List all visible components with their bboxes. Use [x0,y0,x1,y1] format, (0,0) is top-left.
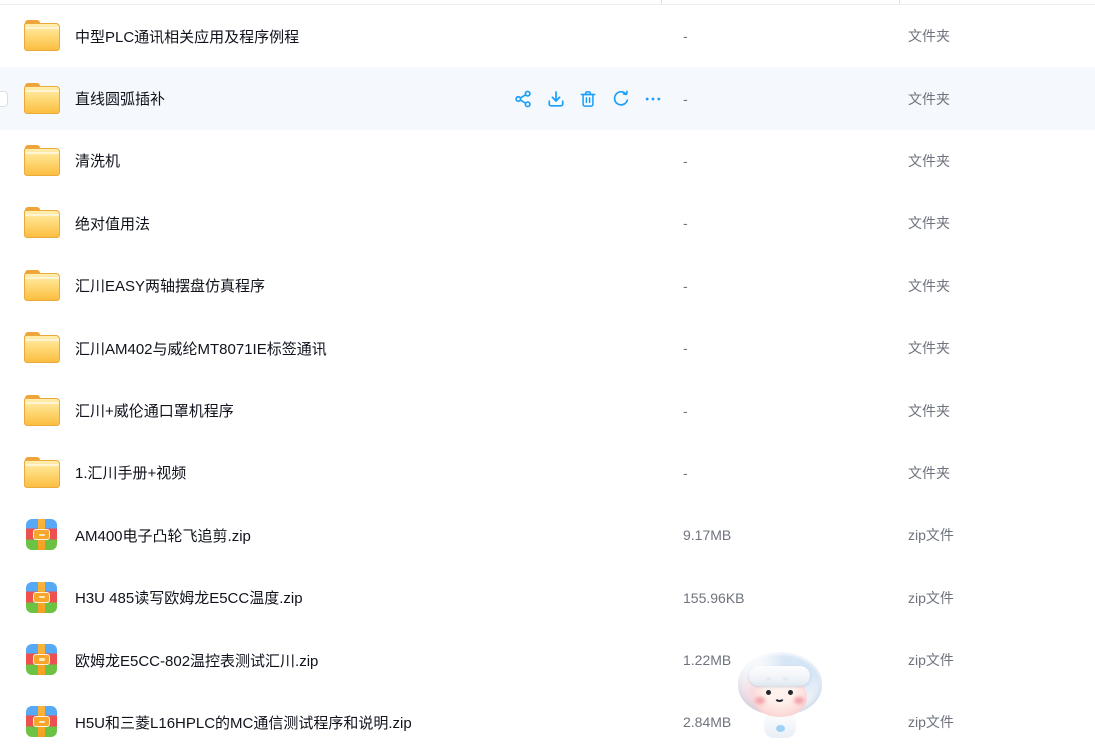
file-size: - [683,340,688,356]
share-icon[interactable] [513,89,533,109]
file-type: 文件夹 [908,89,950,109]
file-type: 文件夹 [908,463,950,483]
column-divider-size [661,0,662,4]
mascot-smile [774,694,785,702]
file-name[interactable]: 汇川+威伦通口罩机程序 [75,400,234,421]
sync-icon[interactable] [611,89,631,109]
file-name[interactable]: 汇川EASY两轴摆盘仿真程序 [75,275,265,296]
file-row[interactable]: AM400电子凸轮飞追剪.zip 9.17MB zip文件 [0,504,1095,566]
file-type: zip文件 [908,650,954,670]
mascot-eye [788,690,793,695]
file-size: - [683,278,688,294]
file-type: 文件夹 [908,276,950,296]
file-type: zip文件 [908,525,954,545]
file-name[interactable]: AM400电子凸轮飞追剪.zip [75,525,251,546]
file-name[interactable]: 绝对值用法 [75,213,150,234]
file-type: 文件夹 [908,213,950,233]
file-type: 文件夹 [908,26,950,46]
column-divider-type [899,0,900,4]
folder-icon [24,395,60,427]
file-name[interactable]: 中型PLC通讯相关应用及程序例程 [75,26,299,47]
zip-file-icon [24,519,60,551]
file-row[interactable]: 1.汇川手册+视频 - 文件夹 [0,442,1095,504]
file-row[interactable]: 绝对值用法 - 文件夹 [0,192,1095,254]
file-row[interactable]: 清洗机 - 文件夹 [0,130,1095,192]
file-name[interactable]: 清洗机 [75,150,120,171]
folder-icon [24,457,60,489]
file-size: 2.84MB [683,714,731,730]
file-size: 155.96KB [683,590,745,606]
file-name[interactable]: 欧姆龙E5CC-802温控表测试汇川.zip [75,650,318,671]
file-size: - [683,91,688,107]
file-row[interactable]: 汇川EASY两轴摆盘仿真程序 - 文件夹 [0,255,1095,317]
mascot-hood-brim [749,666,810,686]
file-row[interactable]: 中型PLC通讯相关应用及程序例程 - 文件夹 [0,5,1095,67]
folder-icon [24,83,60,115]
zip-file-icon [24,706,60,738]
file-row[interactable]: 直线圆弧插补 - 文件夹 [0,67,1095,129]
mascot-eye [766,690,771,695]
file-size: - [683,28,688,44]
file-size: - [683,403,688,419]
file-row[interactable]: H3U 485读写欧姆龙E5CC温度.zip 155.96KB zip文件 [0,567,1095,629]
file-manager-page: { "window": {"width": 1095, "height": 73… [0,0,1095,731]
file-type: 文件夹 [908,401,950,421]
file-type: 文件夹 [908,151,950,171]
folder-icon [24,20,60,52]
folder-icon [24,207,60,239]
zip-file-icon [24,582,60,614]
file-name[interactable]: H5U和三菱L16HPLC的MC通信测试程序和说明.zip [75,712,412,733]
zip-file-icon [24,644,60,676]
file-name[interactable]: 汇川AM402与威纶MT8071IE标签通讯 [75,338,327,359]
file-size: - [683,153,688,169]
folder-icon [24,270,60,302]
file-type: zip文件 [908,588,954,608]
row-hover-actions [513,89,663,109]
file-list: 中型PLC通讯相关应用及程序例程-文件夹直线圆弧插补-文件夹清洗机-文件夹绝对值… [0,5,1095,754]
assistant-mascot[interactable] [735,650,825,731]
file-row[interactable]: 欧姆龙E5CC-802温控表测试汇川.zip 1.22MB zip文件 [0,629,1095,691]
file-type: zip文件 [908,712,954,732]
file-size: - [683,215,688,231]
mascot-cheek [755,697,765,704]
file-size: 1.22MB [683,652,731,668]
trash-icon[interactable] [578,89,598,109]
file-type: 文件夹 [908,338,950,358]
file-name[interactable]: 直线圆弧插补 [75,88,165,109]
download-icon[interactable] [546,89,566,109]
file-size: - [683,465,688,481]
ellipsis-icon[interactable] [643,89,663,109]
mascot-cheek [794,697,804,704]
folder-icon [24,332,60,364]
file-row[interactable]: 汇川AM402与威纶MT8071IE标签通讯 - 文件夹 [0,317,1095,379]
row-checkbox[interactable] [0,91,8,107]
file-name[interactable]: H3U 485读写欧姆龙E5CC温度.zip [75,587,303,608]
file-size: 9.17MB [683,527,731,543]
file-row[interactable]: 汇川+威伦通口罩机程序 - 文件夹 [0,379,1095,441]
file-name[interactable]: 1.汇川手册+视频 [75,462,186,483]
file-row[interactable]: H5U和三菱L16HPLC的MC通信测试程序和说明.zip 2.84MB zip文件 [0,691,1095,753]
folder-icon [24,145,60,177]
